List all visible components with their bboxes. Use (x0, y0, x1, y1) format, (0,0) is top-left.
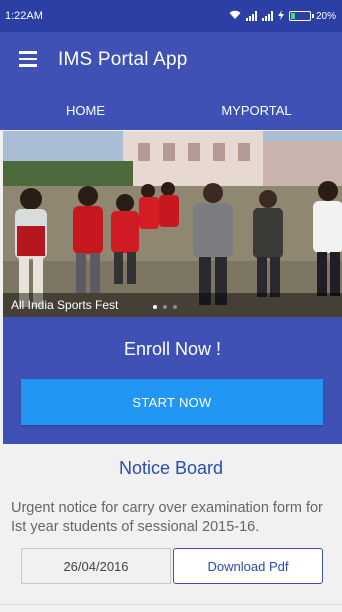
battery-percent: 20% (315, 10, 336, 22)
charging-icon (277, 9, 284, 23)
download-pdf-button[interactable]: Download Pdf (173, 548, 323, 584)
start-now-button[interactable]: START NOW (21, 379, 323, 425)
image-slider[interactable]: All India Sports Fest (3, 131, 342, 317)
slider-dot-active[interactable] (153, 305, 157, 309)
signal-icon (245, 11, 257, 21)
signal-icon (261, 11, 273, 21)
slider-dot[interactable] (173, 305, 177, 309)
hamburger-menu-icon[interactable] (0, 32, 56, 88)
tab-home[interactable]: HOME (0, 88, 171, 130)
slider-indicator (153, 305, 177, 309)
notice-date: 26/04/2016 (21, 548, 171, 584)
tab-bar: HOME MYPORTAL (0, 88, 342, 130)
tab-myportal[interactable]: MYPORTAL (171, 88, 342, 130)
notice-board: Notice Board Urgent notice for carry ove… (0, 444, 342, 612)
status-icons: 20% (229, 9, 336, 23)
app-bar: IMS Portal App (0, 32, 342, 88)
wifi-icon (229, 10, 241, 23)
status-bar: 1:22AM 20% (0, 0, 342, 32)
divider (0, 604, 342, 605)
notice-text: Urgent notice for carry over examination… (11, 500, 323, 535)
notice-board-title: Notice Board (118, 458, 224, 478)
slider-dot[interactable] (163, 305, 167, 309)
enroll-title: Enroll Now ! (123, 339, 222, 359)
status-time: 1:22AM (5, 10, 43, 22)
app-title: IMS Portal App (58, 49, 188, 70)
sports-fest-photo (3, 131, 342, 317)
battery-icon (288, 11, 314, 21)
enroll-section: Enroll Now ! START NOW (3, 317, 342, 444)
